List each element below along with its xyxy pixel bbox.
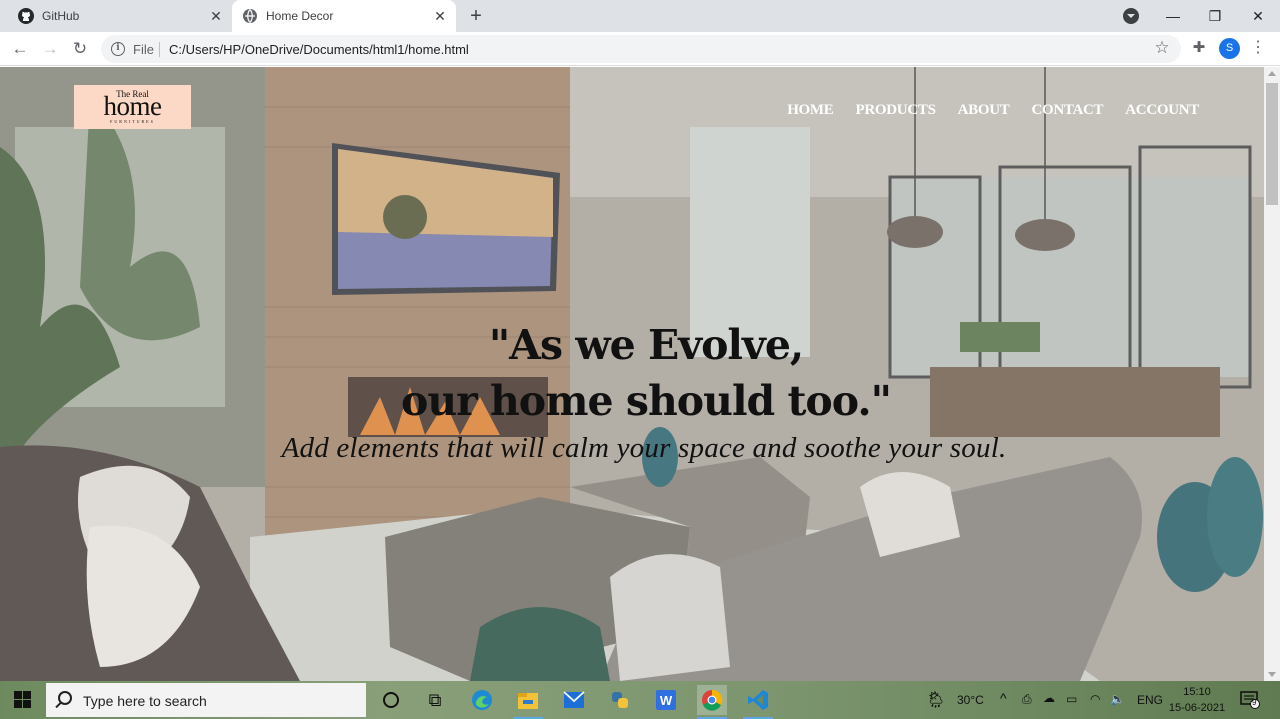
taskbar-search-box[interactable]: Type here to search xyxy=(46,683,366,717)
nav-contact[interactable]: CONTACT xyxy=(1031,102,1103,119)
python-icon[interactable] xyxy=(605,685,635,715)
hero-headline-line2: our home should too." xyxy=(400,377,892,425)
svg-text:W: W xyxy=(660,693,673,708)
tab-title: Home Decor xyxy=(266,9,334,23)
hero-background xyxy=(0,67,1264,681)
more-menu-icon[interactable]: ⋮ xyxy=(1250,38,1266,58)
vs-code-icon[interactable] xyxy=(743,685,773,719)
notification-count: 9 xyxy=(1252,698,1257,707)
close-window-icon[interactable]: ✕ xyxy=(1237,0,1279,32)
close-tab-icon[interactable]: ✕ xyxy=(432,8,448,24)
battery-icon[interactable]: ▭ xyxy=(1066,692,1077,706)
nav-account[interactable]: ACCOUNT xyxy=(1125,102,1199,119)
scrollbar-thumb[interactable] xyxy=(1266,83,1278,205)
edge-icon[interactable] xyxy=(467,685,497,715)
mail-icon[interactable] xyxy=(559,685,589,715)
logo-wordmark: home xyxy=(103,91,163,121)
maximize-icon[interactable]: ❐ xyxy=(1194,0,1236,32)
taskbar-clock[interactable]: 15:10 15-06-2021 xyxy=(1168,684,1226,716)
tab-search-icon[interactable] xyxy=(1123,8,1139,24)
clock-date: 15-06-2021 xyxy=(1168,702,1226,714)
search-placeholder: Type here to search xyxy=(83,693,207,709)
reload-icon[interactable]: ↻ xyxy=(68,37,92,61)
tab-home-decor[interactable]: Home Decor ✕ xyxy=(232,0,456,32)
back-icon[interactable]: ← xyxy=(8,37,32,61)
wifi-icon[interactable]: ◠ xyxy=(1090,692,1100,706)
windows-taskbar: Type here to search ⧉ W 🌦 30°C ^ ⎙ ☁ ▭ ◠… xyxy=(0,681,1280,719)
windows-start-icon[interactable] xyxy=(14,691,32,709)
page-viewport: The Real home FURNITURES HOME PRODUCTS A… xyxy=(0,67,1264,681)
github-icon xyxy=(18,8,34,24)
volume-icon[interactable]: 🔈 xyxy=(1110,692,1125,706)
site-logo[interactable]: The Real home FURNITURES xyxy=(74,85,191,129)
page-scrollbar[interactable] xyxy=(1264,67,1280,681)
address-bar[interactable]: i File C:/Users/HP/OneDrive/Documents/ht… xyxy=(101,35,1181,63)
divider xyxy=(159,42,160,57)
tab-strip: GitHub ✕ Home Decor ✕ + — ❐ ✕ xyxy=(0,0,1280,32)
weather-temp[interactable]: 30°C xyxy=(957,693,984,707)
nav-about[interactable]: ABOUT xyxy=(958,102,1010,119)
logo-subtitle: FURNITURES xyxy=(110,119,155,124)
extensions-puzzle-icon[interactable]: ✚ xyxy=(1189,38,1209,58)
globe-icon xyxy=(243,9,257,23)
bookmark-star-icon[interactable]: ☆ xyxy=(1152,38,1172,58)
cortana-icon[interactable] xyxy=(376,685,406,715)
browser-toolbar: ← → ↻ i File C:/Users/HP/OneDrive/Docume… xyxy=(0,32,1280,66)
forward-icon[interactable]: → xyxy=(38,37,62,61)
wps-writer-icon[interactable]: W xyxy=(651,685,681,715)
profile-avatar[interactable]: S xyxy=(1219,38,1240,59)
onedrive-icon[interactable]: ☁ xyxy=(1043,691,1055,705)
hero-headline-line1: "As we Evolve, xyxy=(488,321,804,369)
language-indicator[interactable]: ENG xyxy=(1137,693,1163,707)
clock-time: 15:10 xyxy=(1183,686,1211,698)
file-label: File xyxy=(133,42,154,57)
weather-icon[interactable]: 🌦 xyxy=(923,685,949,715)
tab-title: GitHub xyxy=(42,9,80,23)
scroll-down-icon[interactable] xyxy=(1268,672,1276,677)
hero-subtitle: Add elements that will calm your space a… xyxy=(281,432,1007,464)
minimize-icon[interactable]: — xyxy=(1152,0,1194,32)
notification-icon[interactable]: 9 xyxy=(1240,691,1260,709)
task-view-icon[interactable]: ⧉ xyxy=(420,685,450,715)
file-explorer-icon[interactable] xyxy=(513,685,543,719)
close-tab-icon[interactable]: ✕ xyxy=(208,8,224,24)
main-nav: HOME PRODUCTS ABOUT CONTACT ACCOUNT xyxy=(787,102,1199,119)
chevron-up-icon[interactable]: ^ xyxy=(1000,690,1007,706)
chrome-icon[interactable] xyxy=(697,685,727,719)
url-text[interactable]: C:/Users/HP/OneDrive/Documents/html1/hom… xyxy=(169,42,469,57)
nav-home[interactable]: HOME xyxy=(787,102,834,119)
image-overlay xyxy=(0,67,1264,681)
tab-github[interactable]: GitHub ✕ xyxy=(8,0,232,32)
nav-products[interactable]: PRODUCTS xyxy=(856,102,936,119)
info-icon[interactable]: i xyxy=(111,42,125,56)
meet-now-icon[interactable]: ⎙ xyxy=(1022,692,1032,707)
search-icon xyxy=(58,691,72,705)
scroll-up-icon[interactable] xyxy=(1268,71,1276,76)
new-tab-button[interactable]: + xyxy=(466,6,486,26)
